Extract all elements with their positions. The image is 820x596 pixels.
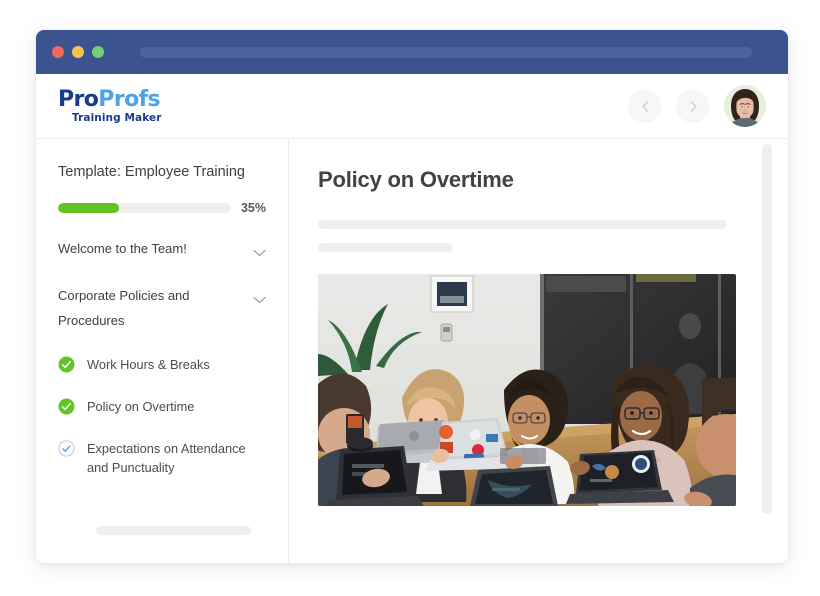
content-skeleton-line	[318, 220, 727, 229]
close-window-button[interactable]	[52, 46, 64, 58]
minimize-window-button[interactable]	[72, 46, 84, 58]
logo-pro-text: Pro	[58, 86, 99, 112]
chevron-right-icon	[690, 100, 697, 112]
avatar[interactable]	[724, 85, 766, 127]
progress-percent-label: 35%	[240, 201, 266, 216]
header-actions	[628, 85, 766, 127]
lesson-photo-image	[318, 274, 736, 506]
lesson-content-panel: Policy on Overtime	[289, 139, 788, 563]
scrollbar-thumb[interactable]	[762, 144, 772, 514]
sidebar-section-welcome[interactable]: Welcome to the Team!	[58, 237, 266, 262]
list-item[interactable]: Expectations on Attendance and Punctuali…	[58, 439, 266, 479]
content-skeleton-line	[318, 243, 453, 252]
proprofs-logo[interactable]: ProProfs Training Maker	[58, 86, 162, 124]
chevron-left-icon	[641, 100, 648, 112]
check-circle-filled-icon	[58, 398, 75, 420]
check-circle-outline-icon	[58, 439, 75, 462]
progress-bar	[58, 203, 231, 214]
traffic-lights	[52, 46, 104, 58]
page-title: Policy on Overtime	[318, 167, 514, 192]
list-item[interactable]: Policy on Overtime	[58, 397, 266, 420]
next-button[interactable]	[676, 89, 710, 123]
previous-button[interactable]	[628, 89, 662, 123]
browser-window: ProProfs Training Maker Template: Employ…	[36, 30, 788, 563]
sidebar-skeleton-bar	[96, 526, 251, 535]
progress-row: 35%	[58, 201, 266, 215]
lesson-label: Expectations on Attendance and Punctuali…	[87, 440, 246, 476]
maximize-window-button[interactable]	[92, 46, 104, 58]
logo-wordmark: ProProfs	[58, 86, 162, 112]
chevron-down-icon	[253, 237, 266, 262]
address-bar[interactable]	[140, 46, 752, 58]
vertical-scrollbar[interactable]	[762, 139, 772, 563]
lesson-list: Work Hours & Breaks Policy on Overtime E…	[58, 355, 266, 479]
browser-titlebar	[36, 30, 788, 74]
course-sidebar: Template: Employee Training 35% Welcome …	[36, 139, 289, 563]
chevron-down-icon	[253, 284, 266, 309]
section-label: Corporate Policies and Procedures	[58, 288, 190, 328]
sidebar-section-corporate-policies[interactable]: Corporate Policies and Procedures	[58, 284, 266, 332]
logo-tagline: Training Maker	[72, 111, 162, 124]
check-circle-filled-icon	[58, 356, 75, 378]
progress-bar-fill	[58, 203, 119, 214]
section-label: Welcome to the Team!	[58, 241, 187, 257]
template-title: Template: Employee Training	[58, 164, 245, 180]
logo-profs-text: Profs	[98, 86, 161, 112]
list-item[interactable]: Work Hours & Breaks	[58, 355, 266, 378]
app-body: Template: Employee Training 35% Welcome …	[36, 139, 788, 563]
user-avatar-image	[724, 85, 766, 127]
lesson-label: Work Hours & Breaks	[87, 356, 210, 372]
lesson-label: Policy on Overtime	[87, 398, 195, 414]
lesson-photo	[318, 274, 736, 506]
app-header: ProProfs Training Maker	[36, 74, 788, 139]
